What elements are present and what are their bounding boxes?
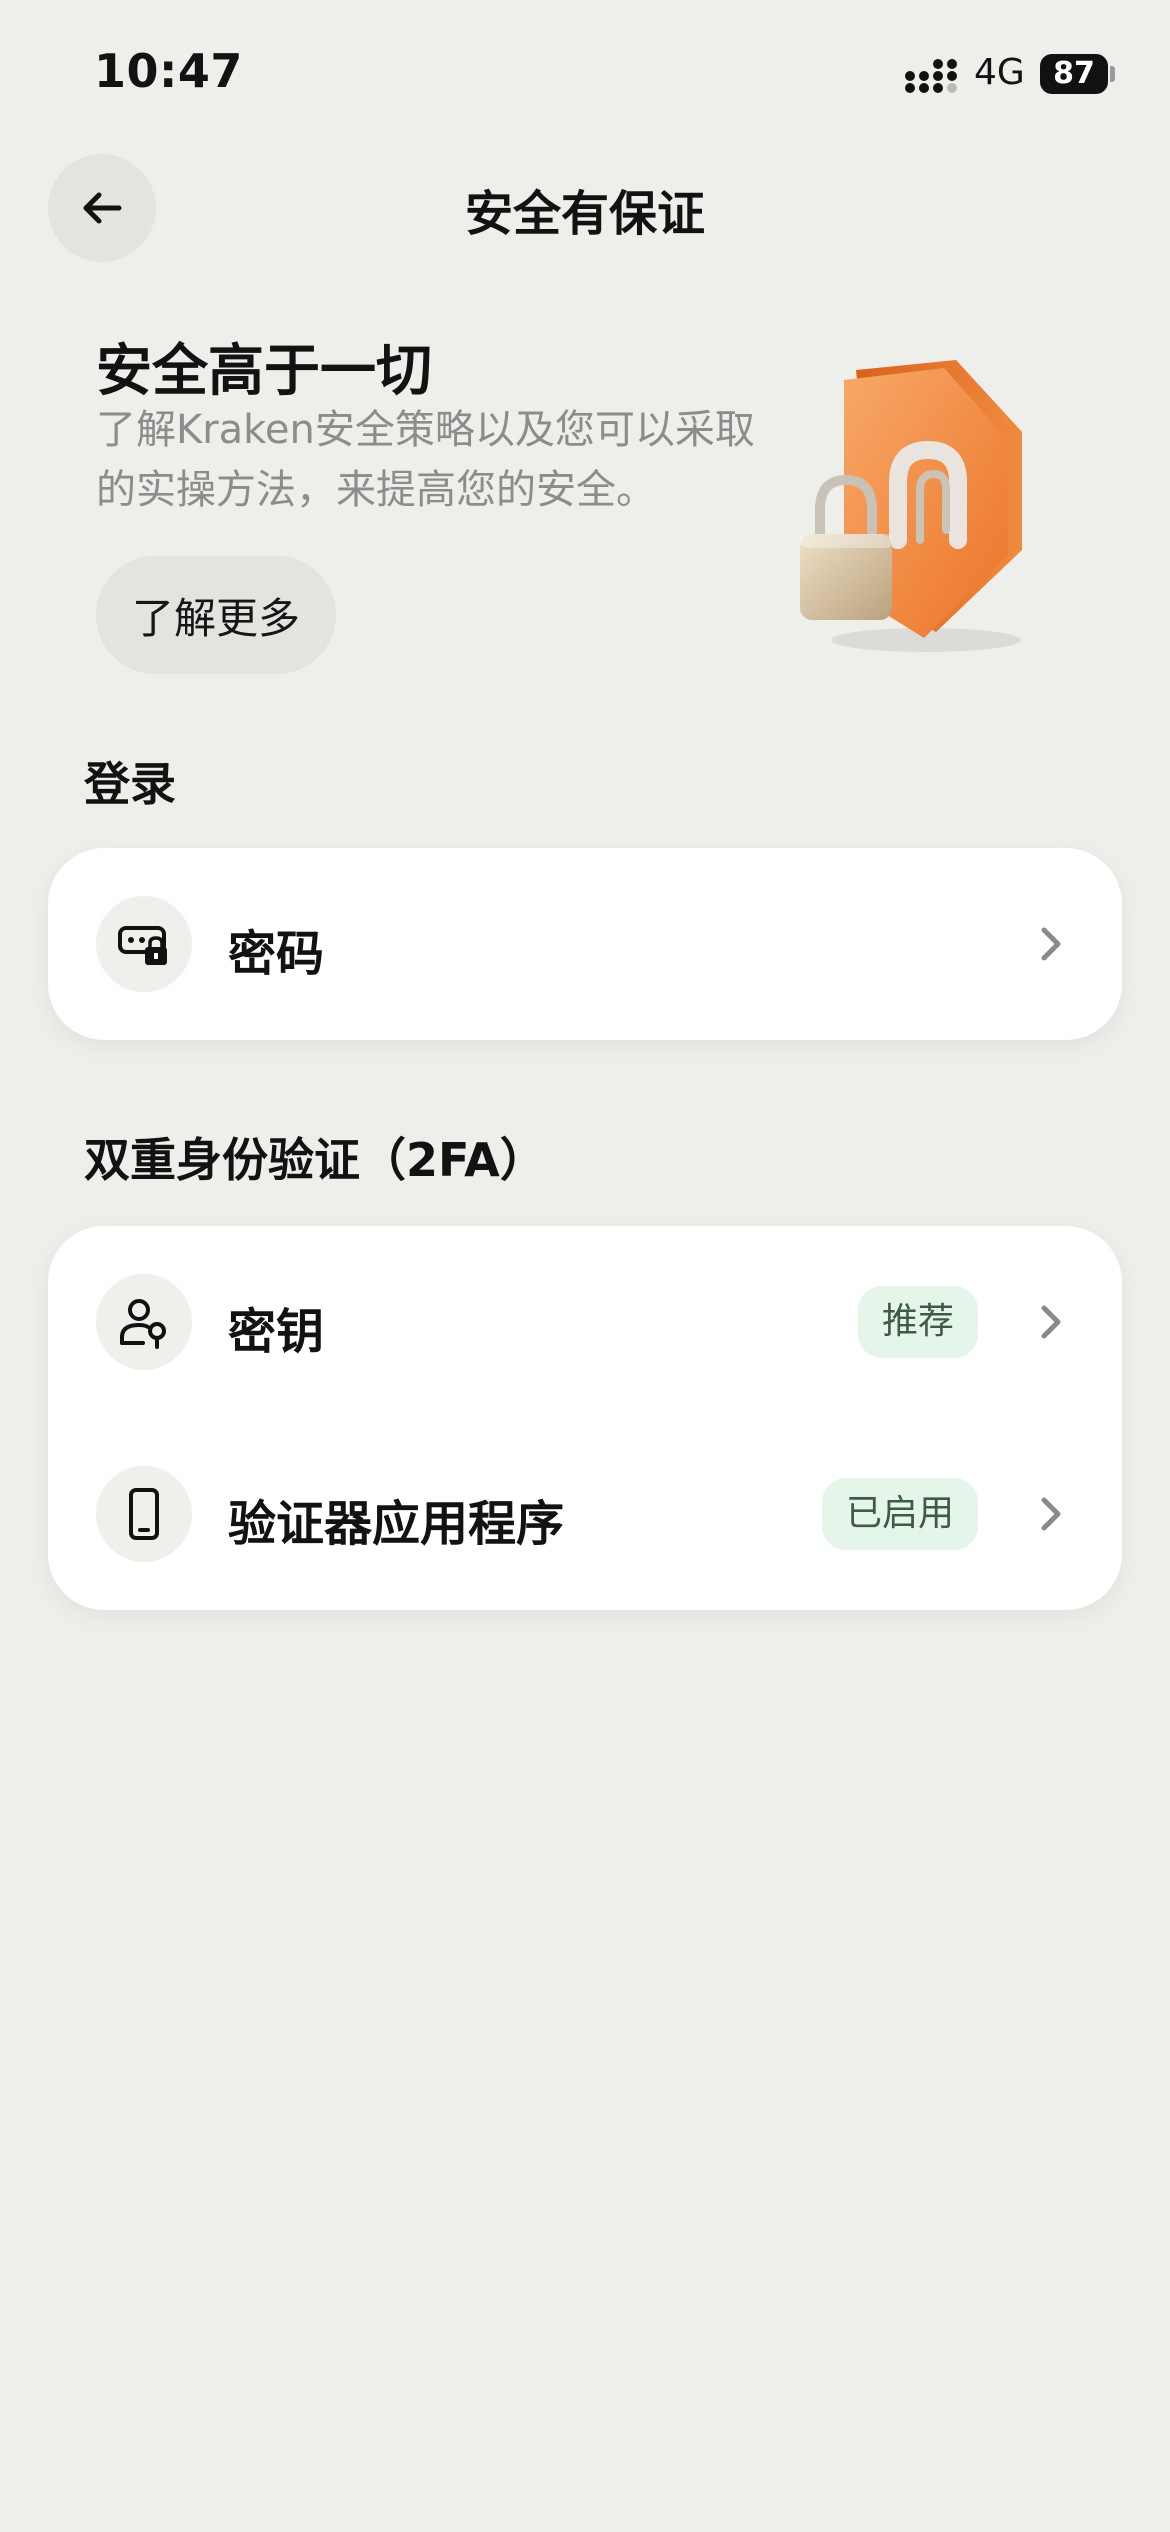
passkey-row[interactable]: 密钥 推荐 bbox=[48, 1226, 1122, 1418]
learn-more-button[interactable]: 了解更多 bbox=[96, 556, 336, 674]
passkey-icon-wrap bbox=[96, 1274, 192, 1370]
password-row[interactable]: 密码 bbox=[48, 848, 1122, 1040]
network-type: 4G bbox=[974, 52, 1025, 93]
passkey-label: 密钥 bbox=[228, 1304, 325, 1360]
battery-level: 87 bbox=[1040, 54, 1108, 94]
status-time: 10:47 bbox=[94, 44, 243, 98]
chevron-right-icon bbox=[1041, 1305, 1061, 1339]
authenticator-app-row[interactable]: 验证器应用程序 已启用 bbox=[48, 1418, 1122, 1610]
battery-tip bbox=[1110, 66, 1115, 82]
passkey-user-icon bbox=[120, 1299, 166, 1349]
password-icon-wrap bbox=[96, 896, 192, 992]
enabled-badge: 已启用 bbox=[822, 1478, 978, 1550]
login-section-label: 登录 bbox=[84, 757, 176, 811]
hero-description: 了解Kraken安全策略以及您可以采取的实操方法，来提高您的安全。 bbox=[96, 407, 755, 513]
password-label: 密码 bbox=[228, 926, 325, 982]
hero-title: 安全高于一切 bbox=[96, 339, 432, 404]
chevron-right-icon bbox=[1041, 927, 1061, 961]
password-lock-icon bbox=[118, 926, 167, 965]
authenticator-app-label: 验证器应用程序 bbox=[228, 1496, 565, 1552]
twofa-card: 密钥 推荐 验证器应用程序 已启用 bbox=[48, 1226, 1122, 1610]
signal-strength-icon bbox=[905, 59, 957, 93]
phone-icon bbox=[129, 1488, 159, 1540]
twofa-section-label: 双重身份验证（2FA） bbox=[84, 1133, 546, 1187]
page-title: 安全有保证 bbox=[464, 186, 705, 242]
shield-padlock-illustration bbox=[800, 360, 1022, 652]
authenticator-icon-wrap bbox=[96, 1466, 192, 1562]
status-bar: 10:47 4G 87 bbox=[0, 0, 1170, 150]
login-card: 密码 bbox=[48, 848, 1122, 1040]
chevron-right-icon bbox=[1041, 1497, 1061, 1531]
recommended-badge: 推荐 bbox=[858, 1286, 978, 1358]
security-screen: 10:47 4G 87 安全有保证 安全高于一切 了解Kraken安全策略以及您… bbox=[0, 0, 1170, 2532]
